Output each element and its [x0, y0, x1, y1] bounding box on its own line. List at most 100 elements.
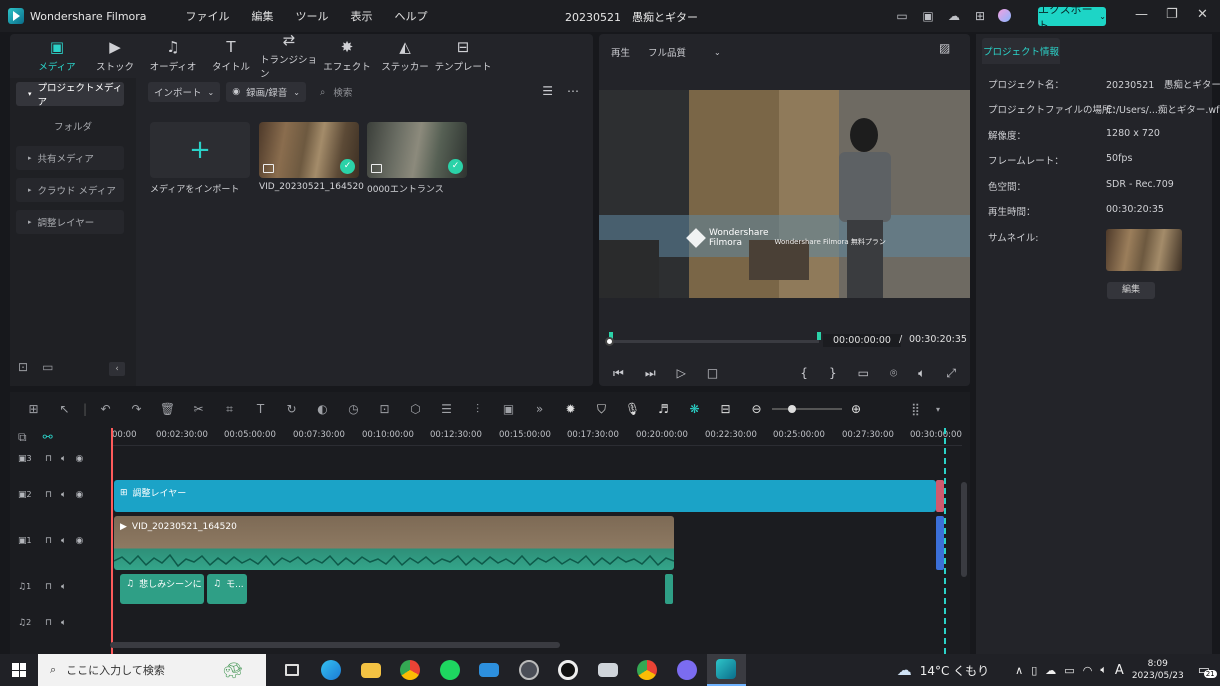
menu-help[interactable]: ヘルプ [384, 8, 439, 24]
restore-icon[interactable]: ❐ [1166, 7, 1178, 22]
speaker-icon[interactable]: 🔈︎ [61, 536, 66, 546]
sidebar-item-cloud-media[interactable]: ▸ クラウド メディア [16, 178, 124, 202]
tab-audio[interactable]: ♫ オーディオ [144, 34, 202, 78]
minimize-icon[interactable]: — [1135, 7, 1148, 22]
folder-icon[interactable]: ▭ [42, 360, 53, 374]
eye-icon[interactable]: ◉ [75, 454, 83, 464]
file-explorer-icon[interactable] [351, 654, 391, 686]
grid-dots-icon[interactable]: ⣿ [900, 402, 931, 416]
lock-icon[interactable]: ⊓ [45, 618, 52, 628]
edit-thumbnail-button[interactable]: 編集 [1107, 282, 1155, 299]
speaker-icon[interactable]: 🔈︎ [61, 490, 66, 500]
timeline-vertical-scrollbar[interactable] [961, 482, 967, 577]
more-icon[interactable]: ⋯ [567, 84, 579, 98]
media-item-video[interactable]: ✓ [259, 122, 359, 178]
lock-icon[interactable]: ⊓ [45, 490, 52, 500]
zoom-out-icon[interactable]: ⊖ [741, 402, 772, 416]
menu-file[interactable]: ファイル [175, 8, 241, 24]
import-dropdown[interactable]: インポート ⌄ [148, 82, 221, 102]
out-marker[interactable] [817, 332, 821, 340]
microphone-icon[interactable]: 🎙︎ [617, 402, 648, 416]
ime-indicator[interactable]: A [1115, 663, 1124, 678]
device-icon[interactable]: ▯ [1031, 664, 1037, 677]
video-clip[interactable]: ▶ VID_20230521_164520 [114, 516, 674, 570]
sidebar-item-adjustment-layer[interactable]: ▸ 調整レイヤー [16, 210, 124, 234]
tab-title[interactable]: T タイトル [202, 34, 260, 78]
text-icon[interactable]: T [245, 402, 276, 416]
menu-edit[interactable]: 編集 [241, 8, 285, 24]
preview-scrubber[interactable] [609, 340, 819, 343]
color-icon[interactable]: ◐ [307, 402, 338, 416]
select-tool-icon[interactable]: ↖ [49, 402, 80, 416]
menu-view[interactable]: 表示 [340, 8, 384, 24]
browser-icon[interactable] [509, 654, 549, 686]
layout-grid-icon[interactable]: ⊞ [18, 402, 49, 416]
render-icon[interactable]: ✹ [555, 402, 586, 416]
menu-tools[interactable]: ツール [285, 8, 340, 24]
eye-icon[interactable]: ◉ [75, 490, 83, 500]
filter-icon[interactable]: ☰ [542, 84, 553, 98]
tab-sticker[interactable]: ◭ ステッカー [376, 34, 434, 78]
media-search[interactable]: ⌕ 検索 [320, 85, 352, 100]
camera-icon[interactable]: ⌾ [890, 366, 897, 381]
split-screen-icon[interactable]: ⊟ [710, 402, 741, 416]
audio-clip-end[interactable] [665, 574, 673, 604]
tab-media[interactable]: ▣ メディア [28, 34, 86, 78]
camera-app-icon[interactable] [588, 654, 628, 686]
media-item-entrance[interactable]: ✓ [367, 122, 467, 178]
wifi-icon[interactable]: ◠ [1083, 664, 1093, 677]
audio-wave-icon[interactable]: ⫶ [462, 402, 493, 417]
shield-icon[interactable]: ⛉ [586, 402, 617, 417]
discord-icon[interactable] [667, 654, 707, 686]
playhead[interactable] [111, 428, 113, 654]
next-frame-icon[interactable]: ⏭ [645, 366, 656, 381]
tab-project-info[interactable]: プロジェクト情報 [982, 38, 1060, 64]
sidebar-item-project-media[interactable]: ▾ プロジェクトメディア [16, 82, 124, 108]
onedrive-icon[interactable]: ☁ [1045, 664, 1056, 677]
zoom-in-icon[interactable]: ⊕ [842, 402, 870, 416]
adjustment-layer-clip[interactable]: ⊞ 調整レイヤー [114, 480, 936, 512]
volume-icon[interactable]: 🔈︎ [918, 366, 925, 381]
stabilize-icon[interactable]: ▣ [493, 402, 524, 416]
speed-icon[interactable]: ◷ [338, 402, 369, 416]
more-tools-icon[interactable]: » [524, 402, 555, 416]
volume-tray-icon[interactable]: 🔈︎ [1100, 663, 1107, 677]
start-button[interactable] [0, 654, 38, 686]
taskbar-search[interactable]: ⌕ ここに入力して検索 🐢︎ [38, 654, 266, 686]
audio-clip-2[interactable]: ♫ モ... [207, 574, 247, 604]
render-preview-icon[interactable]: ▭ [858, 366, 869, 381]
adjust-icon[interactable]: ☰ [431, 402, 462, 416]
account-avatar-icon[interactable] [998, 9, 1011, 22]
battery-icon[interactable]: ▭ [1064, 664, 1074, 677]
save-icon[interactable]: ▣ [920, 8, 936, 24]
link-icon[interactable]: ⚯ [43, 430, 53, 445]
chevron-down-icon[interactable]: ▾ [931, 405, 945, 414]
delete-icon[interactable]: 🗑︎ [152, 402, 183, 416]
import-media-card[interactable]: + [150, 122, 250, 178]
mask-icon[interactable]: ⬡ [400, 402, 431, 416]
sidebar-item-shared-media[interactable]: ▸ 共有メディア [16, 146, 124, 170]
timeline-horizontal-scrollbar[interactable] [110, 642, 560, 648]
export-button[interactable]: エクスポート ⌄ [1038, 3, 1106, 32]
scrubber-handle[interactable] [605, 337, 614, 346]
add-track-icon[interactable]: ⧉ [18, 430, 27, 445]
filmora-taskbar-icon[interactable] [706, 654, 746, 686]
cloud-icon[interactable]: ☁ [946, 8, 962, 24]
crop-icon[interactable]: ⌗ [214, 402, 245, 417]
snap-icon[interactable]: ❋ [679, 402, 710, 416]
taskbar-clock[interactable]: 8:09 2023/05/23 [1132, 658, 1184, 682]
task-view-icon[interactable] [272, 654, 312, 686]
audio-clip-1[interactable]: ♫ 悲しみシーンに [120, 574, 204, 604]
redo-icon[interactable]: ↷ [121, 402, 152, 416]
speaker-icon[interactable]: 🔈︎ [61, 582, 66, 592]
previous-frame-icon[interactable]: ⏮ [613, 366, 624, 381]
apps-grid-icon[interactable]: ⊞ [972, 8, 988, 24]
lock-icon[interactable]: ⊓ [45, 454, 52, 464]
mark-out-icon[interactable]: } [829, 366, 837, 381]
sidebar-item-folder[interactable]: フォルダ [16, 114, 124, 138]
stop-icon[interactable]: □ [707, 366, 718, 381]
tab-template[interactable]: ⊟ テンプレート [434, 34, 492, 78]
speaker-icon[interactable]: 🔈︎ [61, 618, 66, 628]
mail-icon[interactable] [470, 654, 510, 686]
zoom-slider[interactable] [772, 405, 842, 413]
